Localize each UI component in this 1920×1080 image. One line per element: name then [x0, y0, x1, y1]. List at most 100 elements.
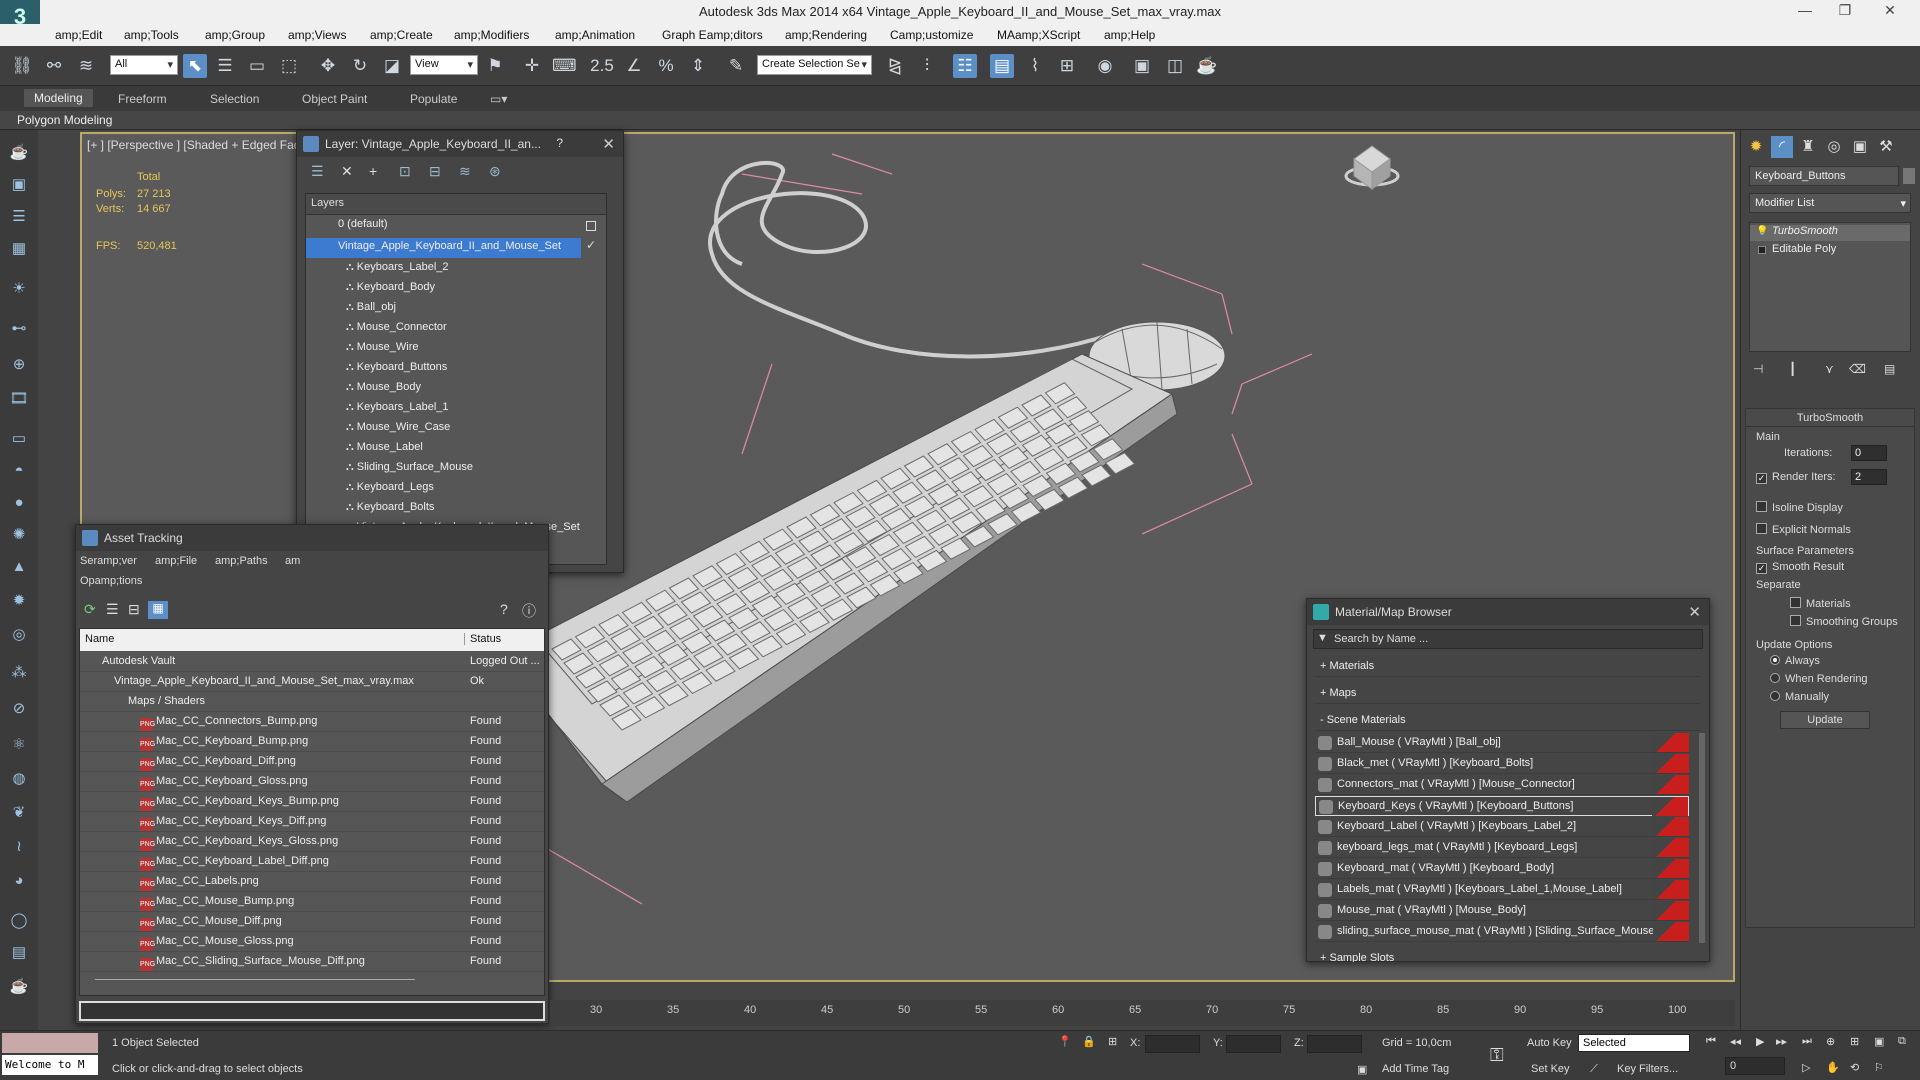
time-tag-icon[interactable]: ▣	[1357, 1063, 1367, 1076]
always-radio[interactable]: Always	[1770, 655, 1820, 667]
scene-material-item[interactable]: Labels_mat ( VRayMtl ) [Keyboars_Label_1…	[1315, 880, 1689, 900]
rect-selection-icon[interactable]: ▭	[245, 54, 269, 78]
cone-icon[interactable]: ▲	[8, 556, 30, 578]
set-key-button[interactable]: Set Key	[1531, 1063, 1570, 1075]
smooth-result-check[interactable]: ✓	[1756, 563, 1767, 574]
lock-icon[interactable]: 🔒	[1082, 1035, 1096, 1048]
angle-snap-icon[interactable]: ∠	[622, 54, 646, 78]
scene-material-item[interactable]: Mouse_mat ( VRayMtl ) [Mouse_Body]	[1315, 901, 1689, 921]
curve-editor-icon[interactable]: ⌇	[1023, 54, 1047, 78]
render-production-icon[interactable]: ☕	[1195, 54, 1219, 78]
menu-options[interactable]: Opamp;tions	[80, 575, 142, 587]
add-time-tag[interactable]: Add Time Tag	[1382, 1063, 1449, 1075]
tab-populate[interactable]: Populate	[410, 92, 457, 106]
auto-key-button[interactable]: Auto Key	[1527, 1037, 1572, 1049]
material-browser-titlebar[interactable]: Material/Map Browser ✕	[1307, 599, 1709, 625]
auto-key-dropdown[interactable]: Selected	[1578, 1034, 1690, 1052]
percent-snap-icon[interactable]: %	[654, 54, 678, 78]
show-end-result-icon[interactable]: ┃	[1789, 362, 1796, 376]
materials-checkbox[interactable]: Materials	[1790, 597, 1851, 610]
x-coordinate-field[interactable]	[1145, 1035, 1200, 1053]
asset-row[interactable]: PNGMac_CC_Keyboard_Keys_Gloss.png Found	[80, 832, 544, 852]
menu-paths[interactable]: amp;Paths	[215, 555, 268, 567]
minimize-button[interactable]: —	[1790, 2, 1820, 18]
layer-default[interactable]: 0 (default)	[306, 218, 581, 238]
zoom-icon[interactable]: ⊕	[1826, 1035, 1835, 1048]
link-icon[interactable]: ⛓	[10, 54, 34, 78]
polygon-modeling-label[interactable]: Polygon Modeling	[17, 113, 112, 127]
layer-object-item[interactable]: ⛬ Keyboard_Bolts	[306, 498, 581, 518]
layers-header[interactable]: Layers	[306, 194, 606, 215]
asset-row[interactable]: Vintage_Apple_Keyboard_II_and_Mouse_Set_…	[80, 672, 544, 692]
rotate-icon[interactable]: ↻	[348, 54, 372, 78]
asset-row[interactable]: PNGMac_CC_Keyboard_Bump.png Found	[80, 732, 544, 752]
maximize-viewport-icon[interactable]: ⧉	[1898, 1035, 1906, 1048]
bind-spacewarp-icon[interactable]: ≋	[74, 54, 98, 78]
tab-selection[interactable]: Selection	[210, 92, 259, 106]
render-iters-check[interactable]: ✓	[1756, 473, 1767, 484]
edit-named-selection-icon[interactable]: ✎	[724, 54, 748, 78]
create-layer-icon[interactable]: ☰	[311, 163, 324, 180]
section-sample-slots[interactable]: + Sample Slots	[1315, 949, 1700, 963]
utilities-tab-icon[interactable]: ⚒	[1875, 136, 1897, 158]
layer-object-item[interactable]: ⛬ Keyboard_Body	[306, 278, 581, 298]
layer-object-item[interactable]: ⛬ Keyboard_Buttons	[306, 358, 581, 378]
hide-all-icon[interactable]: ≋	[459, 163, 471, 180]
bulb-icon[interactable]: 💡	[1756, 226, 1768, 237]
layer-object-item[interactable]: ⛬ Mouse_Wire_Case	[306, 418, 581, 438]
particles-icon[interactable]: ⁂	[8, 662, 30, 684]
select-in-layer-icon[interactable]: ⊡	[399, 163, 411, 180]
key-curve-icon[interactable]: ⟋	[1590, 1063, 1598, 1076]
scene-material-item[interactable]: Keyboard_mat ( VRayMtl ) [Keyboard_Body]	[1315, 859, 1689, 879]
named-selection-dropdown[interactable]: Create Selection Se	[757, 55, 872, 75]
layer-explorer-icon[interactable]: ☷	[953, 54, 977, 78]
atom-icon[interactable]: ⚛	[8, 734, 30, 756]
asset-path-field[interactable]	[79, 1001, 545, 1021]
modify-tab-icon[interactable]: ◜	[1771, 136, 1793, 158]
remove-modifier-icon[interactable]: ⌫	[1849, 362, 1866, 376]
zoom-extents-icon[interactable]: ▣	[1874, 1035, 1884, 1048]
smoothing-groups-check[interactable]	[1790, 615, 1801, 626]
layer-default-active-icon[interactable]	[586, 221, 596, 231]
restore-button[interactable]: ❐	[1830, 2, 1860, 19]
camera-icon[interactable]: ⊷	[8, 318, 30, 340]
material-search-input[interactable]: Search by Name ...	[1313, 629, 1703, 649]
manually-radio[interactable]: Manually	[1770, 691, 1829, 703]
snaps-toggle-icon[interactable]: 2.5	[590, 54, 614, 78]
layer-object-item[interactable]: ⛬ Mouse_Connector	[306, 318, 581, 338]
globe-icon[interactable]: ◍	[8, 768, 30, 790]
menu-server[interactable]: Seramp;ver	[80, 555, 137, 567]
sphere2-icon[interactable]: ◯	[8, 910, 30, 932]
layer-object-item[interactable]: ⛬ Keyboard_Legs	[306, 478, 581, 498]
render-frame-icon[interactable]: ◫	[1163, 54, 1187, 78]
stack-expand-icon[interactable]	[1758, 246, 1766, 254]
menu-help[interactable]: amp;Help	[1104, 28, 1155, 42]
light-icon[interactable]: ☀	[8, 278, 30, 300]
align-icon[interactable]: ⫶	[915, 54, 939, 78]
make-unique-icon[interactable]: ⋎	[1825, 362, 1834, 376]
layer-object-item[interactable]: ⛬ Sliding_Surface_Mouse	[306, 458, 581, 478]
highlight-layer-icon[interactable]: ⊟	[429, 163, 441, 180]
polygon-modeling-bar[interactable]: Polygon Modeling	[0, 111, 1920, 130]
create-tab-icon[interactable]: ✹	[1745, 136, 1767, 158]
menu-graph-editors[interactable]: Graph Eamp;ditors	[662, 28, 763, 42]
schematic-view-icon[interactable]: ⊞	[1055, 54, 1079, 78]
prev-frame-icon[interactable]: ◂◂	[1730, 1035, 1741, 1048]
hemisphere-icon[interactable]: ◓	[8, 460, 30, 482]
scene-material-item[interactable]: Keyboard_Label ( VRayMtl ) [Keyboars_Lab…	[1315, 817, 1689, 837]
asset-row[interactable]: PNGMac_CC_Keyboard_Diff.png Found	[80, 752, 544, 772]
table-view-icon[interactable]: ▦	[148, 601, 168, 619]
selection-filter-dropdown[interactable]: All	[110, 55, 178, 75]
menu-maxscript[interactable]: MAamp;XScript	[997, 28, 1080, 42]
window-icon[interactable]: ▭	[8, 428, 30, 450]
menu-am[interactable]: am	[285, 555, 300, 567]
window-crossing-icon[interactable]: ⬚	[277, 54, 301, 78]
pin-icon[interactable]: 📍	[1058, 1035, 1072, 1048]
asset-row[interactable]: PNGMac_CC_Keyboard_Label_Diff.png Found	[80, 852, 544, 872]
section-maps[interactable]: + Maps	[1315, 684, 1700, 704]
render-iters-spinner[interactable]: 2	[1851, 469, 1887, 485]
explicit-check[interactable]	[1756, 523, 1767, 534]
absolute-mode-icon[interactable]: ⊞	[1108, 1035, 1117, 1048]
asset-row[interactable]: PNGMac_CC_Connectors_Bump.png Found	[80, 712, 544, 732]
col-name-header[interactable]: Name	[85, 633, 114, 645]
